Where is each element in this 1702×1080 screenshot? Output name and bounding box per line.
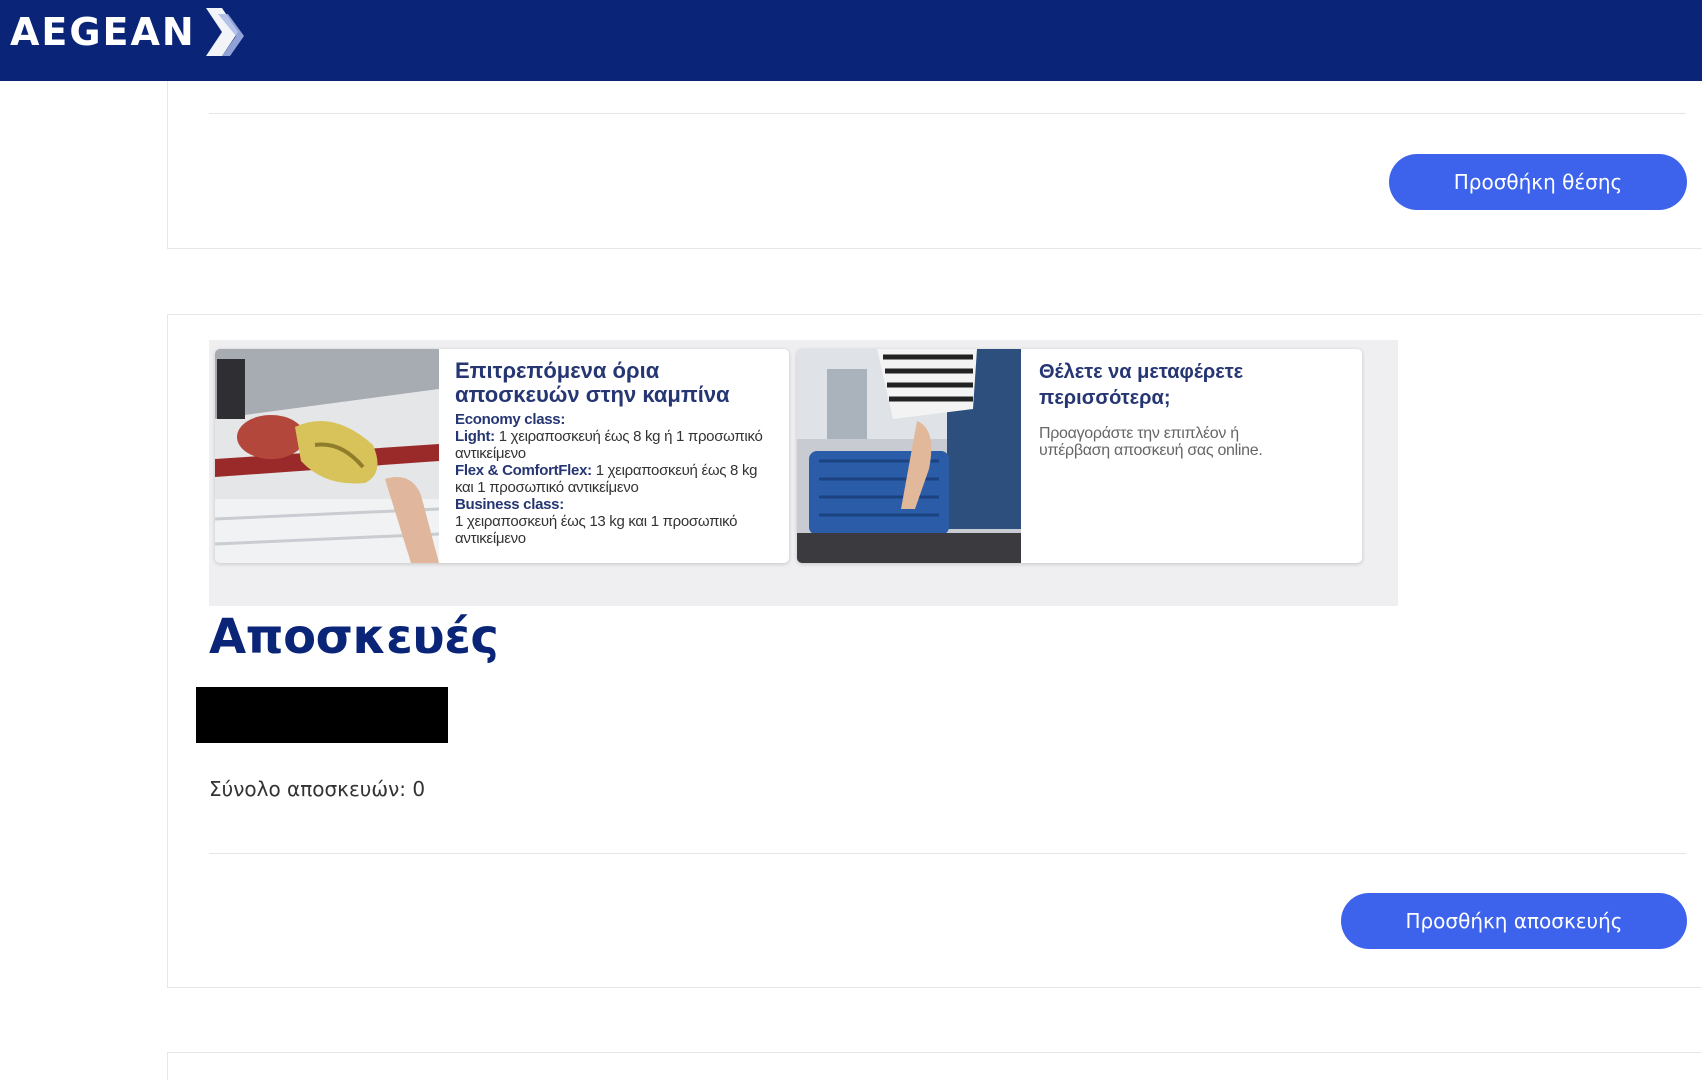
flex-text-cont: και 1 προσωπικό αντικείμενο: [455, 479, 639, 496]
top-header-bar: AEGEAN: [0, 0, 1702, 81]
baggage-total: Σύνολο αποσκευών: 0: [209, 777, 426, 801]
add-seat-button[interactable]: Προσθήκη θέσης: [1389, 154, 1687, 210]
business-text-cont: αντικείμενο: [455, 530, 526, 547]
logo-chevron-icon: [205, 8, 244, 56]
extra-title-line2: περισσότερα;: [1039, 387, 1171, 409]
extra-baggage-card[interactable]: Θέλετε να μεταφέρετε περισσότερα; Προαγο…: [797, 349, 1362, 563]
extra-text-line1: Προαγοράστε την επιπλέον ή: [1039, 425, 1239, 442]
business-text: 1 χειραποσκευή έως 13 kg και 1 προσωπικό: [455, 513, 738, 530]
flex-label: Flex & ComfortFlex:: [455, 462, 592, 479]
extra-text-line2: υπέρβαση αποσκευή σας online.: [1039, 442, 1263, 459]
redacted-passenger-name: [196, 687, 448, 743]
logo-text: AEGEAN: [10, 10, 196, 54]
baggage-divider: [209, 853, 1686, 854]
extra-title-line1: Θέλετε να μεταφέρετε: [1039, 361, 1244, 383]
economy-heading: Economy class:: [455, 411, 566, 428]
cabin-title-line1: Επιτρεπόμενα όρια: [455, 358, 660, 383]
baggage-panel: Επιτρεπόμενα όρια αποσκευών στην καμπίνα…: [167, 314, 1702, 988]
baggage-section-title: Αποσκευές: [209, 609, 499, 665]
suitcase-image: [797, 349, 1021, 563]
flex-text: 1 χειραποσκευή έως 8 kg: [591, 462, 758, 479]
seat-panel: Προσθήκη θέσης: [167, 81, 1702, 249]
extra-baggage-title: Θέλετε να μεταφέρετε περισσότερα;: [1039, 359, 1354, 411]
extra-baggage-text: Προαγοράστε την επιπλέον ή υπέρβαση αποσ…: [1039, 425, 1354, 459]
light-label: Light:: [455, 428, 495, 445]
aegean-logo[interactable]: AEGEAN: [10, 6, 248, 58]
cabin-allowance-body: Επιτρεπόμενα όρια αποσκευών στην καμπίνα…: [455, 359, 781, 548]
cabin-title-line2: αποσκευών στην καμπίνα: [455, 382, 730, 407]
business-heading: Business class:: [455, 496, 564, 513]
seat-divider: [209, 113, 1686, 114]
extra-baggage-body: Θέλετε να μεταφέρετε περισσότερα; Προαγο…: [1039, 359, 1354, 459]
light-text-cont: αντικείμενο: [455, 445, 526, 462]
cabin-allowance-card[interactable]: Επιτρεπόμενα όρια αποσκευών στην καμπίνα…: [215, 349, 789, 563]
baggage-promo-banner: Επιτρεπόμενα όρια αποσκευών στην καμπίνα…: [209, 340, 1398, 606]
cabin-overhead-bin-image: [215, 349, 439, 563]
light-text: 1 χειραποσκευή έως 8 kg ή 1 προσωπικό: [494, 428, 763, 445]
cabin-allowance-title: Επιτρεπόμενα όρια αποσκευών στην καμπίνα: [455, 359, 781, 407]
add-baggage-button[interactable]: Προσθήκη αποσκευής: [1341, 893, 1687, 949]
cabin-allowance-text: Economy class: Light: 1 χειραποσκευή έως…: [455, 411, 781, 547]
next-panel: [167, 1052, 1702, 1080]
